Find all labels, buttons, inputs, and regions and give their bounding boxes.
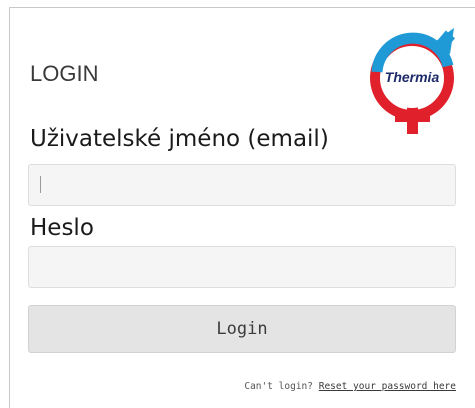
password-field[interactable] [28,246,456,288]
cant-login-text: Can't login? [244,381,313,392]
logo-text: Thermia [385,69,440,85]
login-button[interactable]: Login [28,305,456,353]
username-field[interactable] [28,164,456,206]
login-help: Can't login? Reset your password here [120,381,456,392]
username-label: Uživatelské jméno (email) [30,126,329,152]
password-label: Heslo [30,215,94,241]
page-title: LOGIN [30,61,99,86]
reset-password-link[interactable]: Reset your password here [319,381,456,392]
text-caret [40,176,41,193]
thermia-logo-icon: Thermia [370,28,456,134]
